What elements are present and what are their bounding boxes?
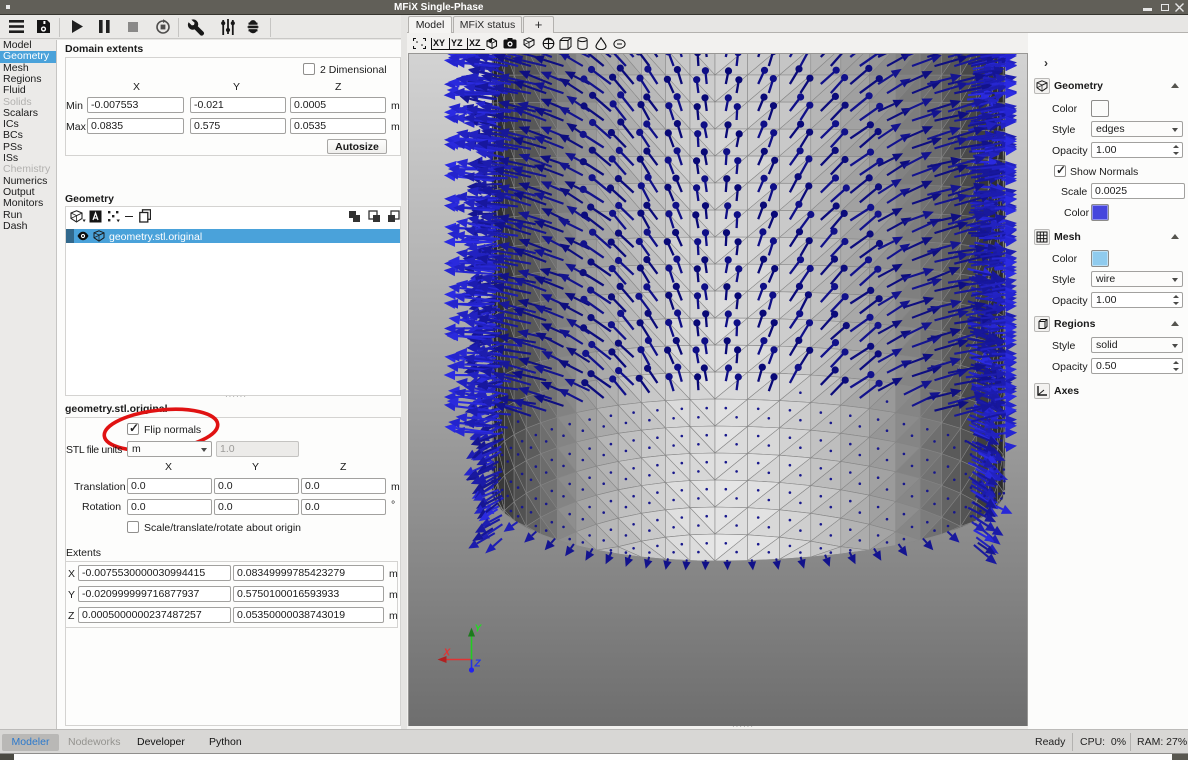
svg-text:Z: Z [474,659,482,670]
svg-text:X: X [443,648,452,659]
